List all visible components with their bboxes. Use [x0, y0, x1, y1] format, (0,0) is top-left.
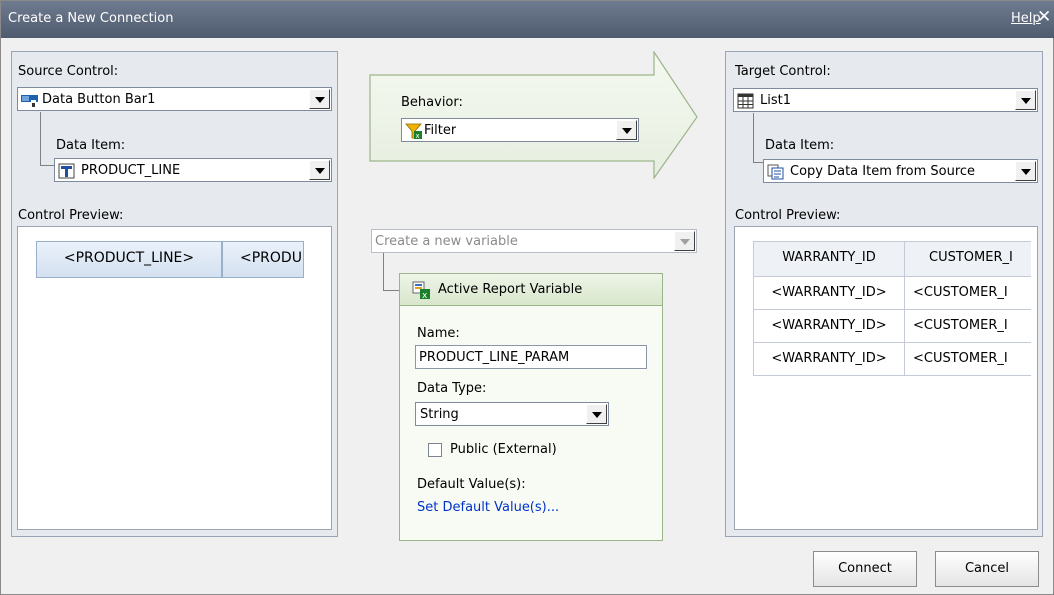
preview-list-table: WARRANTY_ID CUSTOMER_I <WARRANTY_ID> <CU… [753, 241, 1031, 376]
variable-panel-title: Active Report Variable [438, 282, 583, 297]
target-control-value: List1 [760, 93, 791, 108]
variable-name-input[interactable] [415, 345, 647, 369]
set-default-values-link[interactable]: Set Default Value(s)... [417, 500, 559, 515]
default-values-label: Default Value(s): [417, 477, 526, 492]
target-control-select[interactable]: List1 [733, 88, 1038, 112]
filter-icon: x [405, 123, 422, 139]
title-bar: Create a New Connection Help ✕ [1, 1, 1054, 38]
behavior-value: Filter [424, 123, 457, 138]
target-data-item-label: Data Item: [765, 138, 835, 153]
variable-icon: x [412, 281, 430, 299]
behavior-label: Behavior: [401, 95, 463, 110]
close-icon[interactable]: ✕ [1037, 9, 1051, 26]
source-preview-label: Control Preview: [18, 208, 124, 223]
target-data-item-value: Copy Data Item from Source [790, 164, 976, 179]
table-header-cell: WARRANTY_ID [753, 241, 905, 277]
svg-text:x: x [422, 291, 428, 299]
preview-button-1: <PRODUCT_LINE> [36, 241, 222, 278]
chevron-down-icon[interactable] [586, 404, 607, 424]
source-control-label: Source Control: [18, 64, 119, 79]
table-cell: <CUSTOMER_I [904, 342, 1031, 376]
table-header-cell: CUSTOMER_I [904, 241, 1031, 277]
tree-connector [40, 112, 54, 166]
table-cell: <WARRANTY_ID> [753, 309, 905, 343]
public-checkbox-label: Public (External) [450, 442, 557, 457]
public-checkbox[interactable] [428, 443, 442, 457]
create-connection-dialog: Create a New Connection Help ✕ Source Co… [0, 0, 1054, 595]
variable-panel-header: x Active Report Variable [400, 274, 662, 306]
source-data-item-label: Data Item: [56, 138, 126, 153]
behavior-arrow [369, 51, 698, 179]
data-type-select[interactable]: String [415, 402, 609, 426]
data-type-value: String [420, 407, 459, 422]
chevron-down-icon[interactable] [616, 120, 637, 140]
chevron-down-icon[interactable] [309, 160, 330, 180]
chevron-down-icon[interactable] [674, 231, 695, 251]
data-item-icon [58, 163, 75, 179]
target-control-panel: Target Control: List1 Data Item: Copy Da… [725, 51, 1043, 537]
copy-data-item-icon [767, 164, 784, 180]
table-cell: <WARRANTY_ID> [753, 276, 905, 310]
connect-button[interactable]: Connect [813, 551, 917, 587]
svg-text:x: x [416, 132, 420, 139]
source-control-value: Data Button Bar1 [42, 92, 156, 107]
target-preview-label: Control Preview: [735, 208, 841, 223]
target-preview-area: WARRANTY_ID CUSTOMER_I <WARRANTY_ID> <CU… [734, 226, 1038, 530]
active-report-variable-panel: x Active Report Variable Name: Data Type… [399, 273, 663, 541]
variable-select-placeholder: Create a new variable [375, 234, 518, 249]
source-control-panel: Source Control: Data Button Bar1 Data It… [11, 51, 338, 537]
source-data-item-select[interactable]: PRODUCT_LINE [54, 158, 332, 182]
behavior-select[interactable]: x Filter [401, 118, 639, 142]
source-control-select[interactable]: Data Button Bar1 [17, 87, 332, 111]
data-type-label: Data Type: [417, 381, 487, 396]
table-cell: <CUSTOMER_I [904, 276, 1031, 310]
chevron-down-icon[interactable] [309, 89, 330, 109]
cancel-button[interactable]: Cancel [935, 551, 1039, 587]
table-cell: <WARRANTY_ID> [753, 342, 905, 376]
preview-button-2: <PRODU [222, 241, 304, 278]
chevron-down-icon[interactable] [1015, 90, 1036, 110]
list-icon [737, 93, 754, 109]
data-button-bar-icon [21, 95, 38, 107]
source-preview-area: <PRODUCT_LINE> <PRODU [17, 226, 332, 530]
window-title: Create a New Connection [8, 11, 174, 26]
variable-name-label: Name: [417, 326, 460, 341]
chevron-down-icon[interactable] [1015, 161, 1036, 181]
table-cell: <CUSTOMER_I [904, 309, 1031, 343]
variable-select[interactable]: Create a new variable [371, 229, 697, 253]
target-control-label: Target Control: [735, 64, 831, 79]
source-data-item-value: PRODUCT_LINE [81, 163, 181, 178]
target-data-item-select[interactable]: Copy Data Item from Source [763, 159, 1038, 183]
